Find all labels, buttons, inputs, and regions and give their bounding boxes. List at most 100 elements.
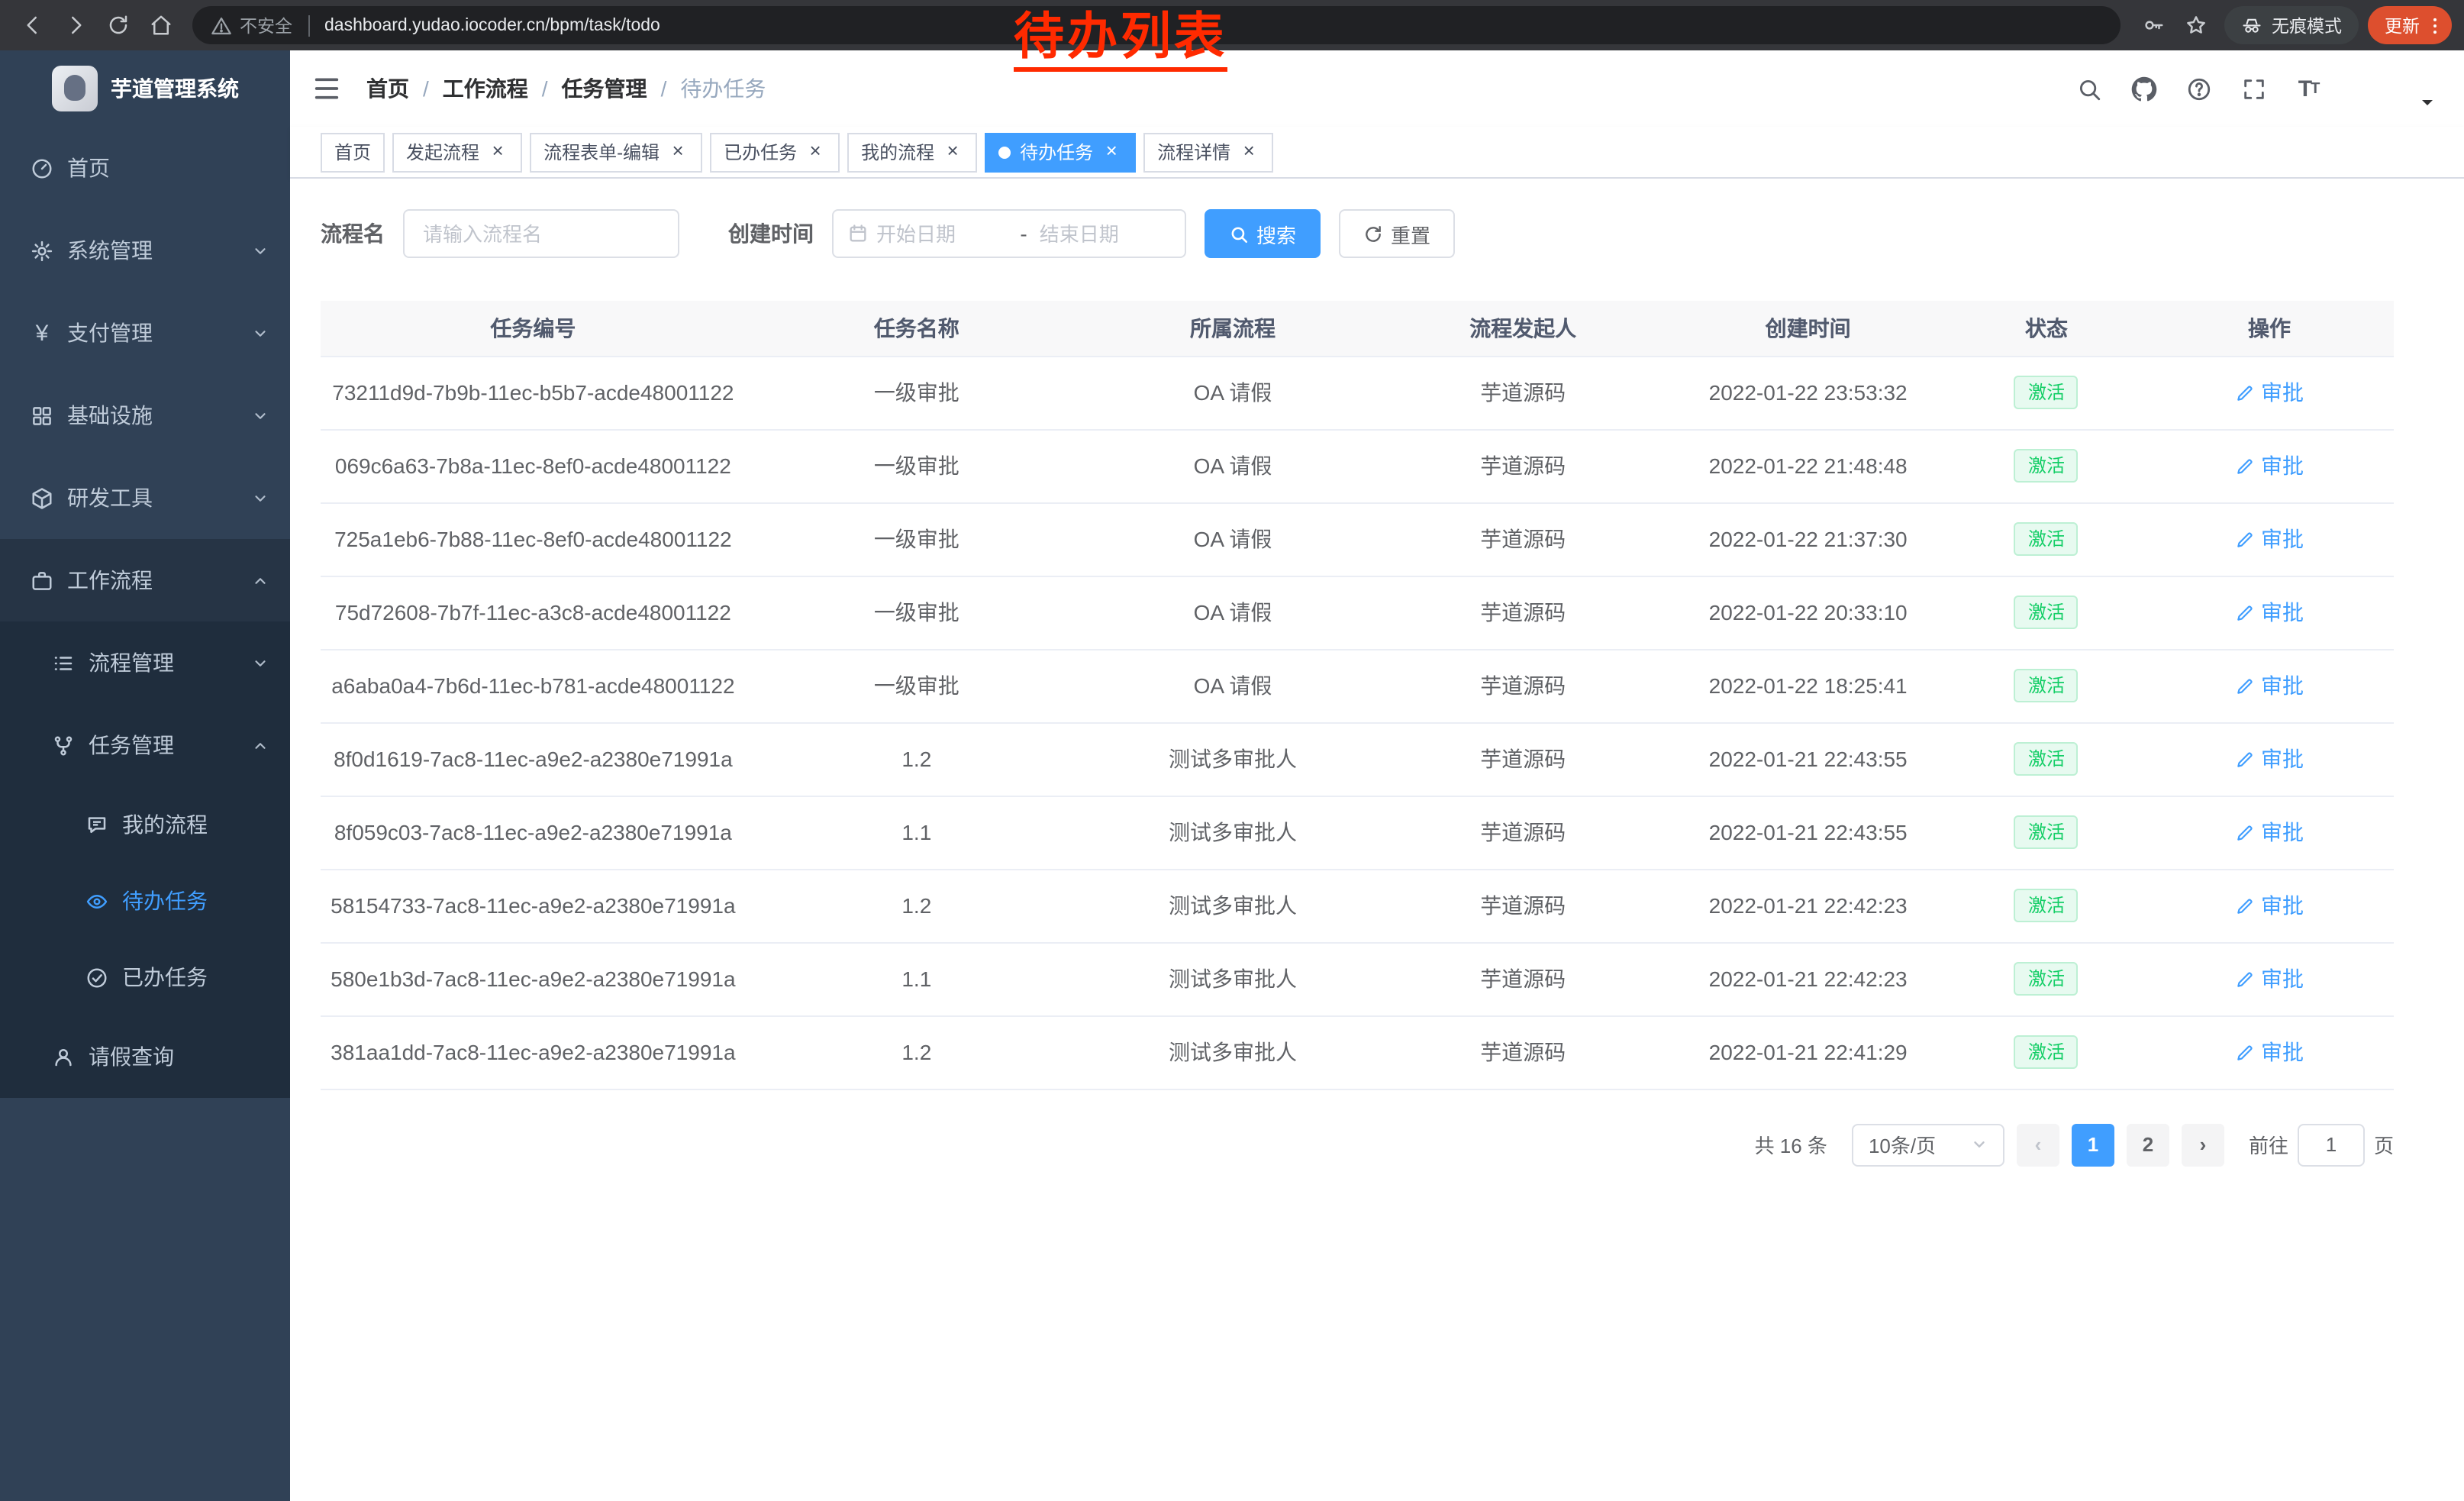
browser-update-button[interactable]: 更新 bbox=[2368, 6, 2452, 44]
bookmark-star-icon[interactable] bbox=[2175, 5, 2215, 45]
page-button-1[interactable]: 1 bbox=[2072, 1123, 2114, 1166]
tab-label: 待办任务 bbox=[1020, 139, 1093, 165]
sidebar-item-system-mgmt[interactable]: 系统管理 bbox=[0, 209, 290, 292]
app-title: 芋道管理系统 bbox=[111, 73, 239, 104]
annotation-overlay: 待办列表 bbox=[1014, 9, 1227, 72]
edit-pen-icon bbox=[2235, 1042, 2255, 1062]
breadcrumb-home[interactable]: 首页 bbox=[366, 73, 409, 104]
approve-button[interactable]: 审批 bbox=[2235, 450, 2304, 481]
approve-button[interactable]: 审批 bbox=[2235, 890, 2304, 921]
chevron-down-icon bbox=[252, 489, 269, 506]
page-button-2[interactable]: 2 bbox=[2127, 1123, 2169, 1166]
help-icon[interactable] bbox=[2177, 67, 2220, 110]
tab-close-icon[interactable]: × bbox=[942, 141, 963, 163]
browser-back-icon[interactable] bbox=[12, 5, 52, 45]
tab-process-detail[interactable]: 流程详情 × bbox=[1143, 132, 1273, 172]
breadcrumb-current: 待办任务 bbox=[680, 73, 766, 104]
tab-home[interactable]: 首页 bbox=[321, 132, 385, 172]
chevron-up-icon bbox=[252, 737, 269, 754]
tab-my-process[interactable]: 我的流程 × bbox=[847, 132, 977, 172]
tab-label: 我的流程 bbox=[861, 139, 934, 165]
approve-button[interactable]: 审批 bbox=[2235, 744, 2304, 774]
approve-button[interactable]: 审批 bbox=[2235, 377, 2304, 408]
cell-initiator: 芋道源码 bbox=[1378, 429, 1668, 502]
sidebar-item-task-mgmt[interactable]: 任务管理 bbox=[0, 704, 290, 786]
cell-task-id: 069c6a63-7b8a-11ec-8ef0-acde48001122 bbox=[321, 429, 746, 502]
cell-process: OA 请假 bbox=[1088, 429, 1378, 502]
sidebar-item-process-mgmt[interactable]: 流程管理 bbox=[0, 621, 290, 704]
tab-done-tasks[interactable]: 已办任务× bbox=[710, 132, 840, 172]
sidebar-item-done-tasks[interactable]: 已办任务 bbox=[0, 939, 290, 1015]
app-logo[interactable]: 芋道管理系统 bbox=[0, 50, 290, 127]
sidebar-item-label: 请假查询 bbox=[89, 1041, 174, 1072]
goto-label: 前往 bbox=[2249, 1130, 2288, 1159]
active-tab-dot bbox=[998, 146, 1011, 158]
goto-page: 前往 页 bbox=[2249, 1123, 2394, 1166]
sidebar-item-infrastructure[interactable]: 基础设施 bbox=[0, 374, 290, 457]
browser-home-icon[interactable] bbox=[140, 5, 180, 45]
approve-button[interactable]: 审批 bbox=[2235, 524, 2304, 554]
goto-page-input[interactable] bbox=[2298, 1123, 2365, 1166]
approve-button[interactable]: 审批 bbox=[2235, 597, 2304, 628]
approve-button[interactable]: 审批 bbox=[2235, 1037, 2304, 1067]
date-range-picker[interactable]: - bbox=[832, 209, 1186, 258]
status-badge: 激活 bbox=[2014, 449, 2079, 483]
sidebar-item-my-process[interactable]: 我的流程 bbox=[0, 786, 290, 863]
github-icon[interactable] bbox=[2122, 67, 2165, 110]
approve-button[interactable]: 审批 bbox=[2235, 670, 2304, 701]
sidebar-item-label: 支付管理 bbox=[67, 318, 153, 348]
browser-forward-icon[interactable] bbox=[55, 5, 95, 45]
tab-close-icon[interactable]: × bbox=[487, 141, 508, 163]
tab-todo-tasks[interactable]: 待办任务 × bbox=[985, 132, 1136, 172]
cell-action: 审批 bbox=[2145, 502, 2394, 576]
table-row: 8f0d1619-7ac8-11ec-a9e2-a2380e71991a 1.2… bbox=[321, 722, 2394, 796]
browser-menu-icon[interactable] bbox=[2424, 15, 2446, 36]
column-header-initiator: 流程发起人 bbox=[1378, 301, 1668, 356]
end-date-input[interactable] bbox=[1040, 222, 1171, 245]
column-header-process: 所属流程 bbox=[1088, 301, 1378, 356]
list-icon bbox=[52, 651, 75, 674]
sidebar-item-leave-query[interactable]: 请假查询 bbox=[0, 1015, 290, 1098]
edit-pen-icon bbox=[2235, 969, 2255, 989]
page-size-select[interactable]: 10条/页 bbox=[1852, 1123, 2004, 1166]
cell-task-name: 1.2 bbox=[746, 1015, 1088, 1089]
tab-label: 流程详情 bbox=[1157, 139, 1230, 165]
sidebar-item-payment-mgmt[interactable]: ¥ 支付管理 bbox=[0, 292, 290, 374]
search-icon[interactable] bbox=[2067, 67, 2110, 110]
table-row: 725a1eb6-7b88-11ec-8ef0-acde48001122 一级审… bbox=[321, 502, 2394, 576]
prev-page-button[interactable]: ‹ bbox=[2017, 1123, 2059, 1166]
cell-action: 审批 bbox=[2145, 429, 2394, 502]
tab-process-form-edit[interactable]: 流程表单-编辑× bbox=[530, 132, 702, 172]
sidebar-item-dev-tools[interactable]: 研发工具 bbox=[0, 457, 290, 539]
breadcrumb-workflow[interactable]: 工作流程 bbox=[443, 73, 528, 104]
fullscreen-icon[interactable] bbox=[2232, 67, 2275, 110]
tab-close-icon[interactable]: × bbox=[805, 141, 826, 163]
cell-process: OA 请假 bbox=[1088, 356, 1378, 429]
tab-close-icon[interactable]: × bbox=[667, 141, 689, 163]
sidebar-item-home[interactable]: 首页 bbox=[0, 127, 290, 209]
cell-action: 审批 bbox=[2145, 649, 2394, 722]
browser-refresh-icon[interactable] bbox=[98, 5, 137, 45]
key-icon[interactable] bbox=[2133, 5, 2172, 45]
user-menu[interactable] bbox=[2354, 60, 2412, 118]
chevron-down-icon bbox=[252, 324, 269, 341]
start-date-input[interactable] bbox=[876, 222, 1008, 245]
sidebar-toggle-icon[interactable] bbox=[311, 73, 342, 104]
search-button-label: 搜索 bbox=[1256, 219, 1296, 248]
next-page-button[interactable]: › bbox=[2182, 1123, 2224, 1166]
process-name-input[interactable] bbox=[403, 209, 679, 258]
approve-label: 审批 bbox=[2261, 744, 2304, 774]
column-header-action: 操作 bbox=[2145, 301, 2394, 356]
approve-button[interactable]: 审批 bbox=[2235, 817, 2304, 847]
tab-close-icon[interactable]: × bbox=[1101, 141, 1122, 163]
sidebar-item-todo-tasks[interactable]: 待办任务 bbox=[0, 863, 290, 939]
cell-status: 激活 bbox=[1948, 356, 2145, 429]
tab-close-icon[interactable]: × bbox=[1238, 141, 1259, 163]
breadcrumb-task-mgmt[interactable]: 任务管理 bbox=[562, 73, 647, 104]
tab-initiate-process[interactable]: 发起流程× bbox=[392, 132, 522, 172]
search-button[interactable]: 搜索 bbox=[1205, 209, 1321, 258]
sidebar-item-workflow[interactable]: 工作流程 bbox=[0, 539, 290, 621]
reset-button[interactable]: 重置 bbox=[1339, 209, 1455, 258]
approve-button[interactable]: 审批 bbox=[2235, 964, 2304, 994]
font-size-icon[interactable]: TT bbox=[2287, 67, 2330, 110]
